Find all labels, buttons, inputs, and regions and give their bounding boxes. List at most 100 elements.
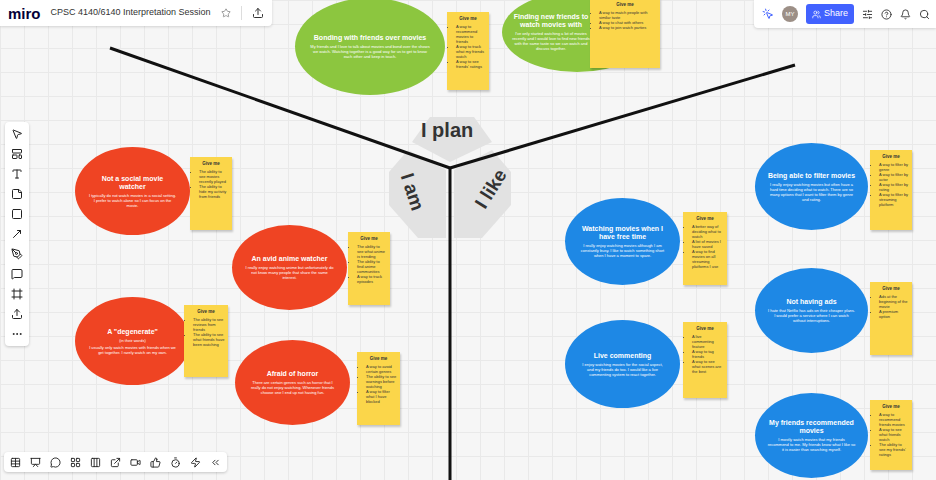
node-content: Live commentingI enjoy watching movies f… xyxy=(579,352,667,377)
note-item: A way to see what friends watch xyxy=(879,427,909,442)
sticky-note[interactable]: Give me A way to match people with simila… xyxy=(590,0,660,68)
note-item: A way to avoid certain genres xyxy=(366,364,397,374)
text-icon[interactable] xyxy=(11,168,23,180)
columns-icon[interactable] xyxy=(90,457,101,468)
hub-label: I like xyxy=(471,165,512,212)
board-title[interactable]: CPSC 4140/6140 Interpretation Session xyxy=(51,6,211,20)
sticky-note[interactable]: Give meAds at the beginning of the movie… xyxy=(870,282,912,355)
templates-icon[interactable] xyxy=(11,148,23,160)
sticky-note[interactable]: Give me A way to recommend friends movies… xyxy=(870,400,912,470)
sticky-note[interactable]: Give meA live commenting featureA way to… xyxy=(683,322,727,398)
note-heading: Give me xyxy=(593,2,657,8)
hub-label: I am xyxy=(396,171,429,214)
note-item: A list of movies I have saved xyxy=(692,239,724,249)
top-right-toolbar: MY Share xyxy=(754,0,936,28)
node-content: An avid anime watcherI really enjoy watc… xyxy=(246,255,334,280)
user-avatar[interactable]: MY xyxy=(782,6,798,22)
arrow-icon[interactable] xyxy=(11,228,23,240)
bell-icon[interactable] xyxy=(900,9,911,20)
note-item: A way to join watch parties xyxy=(599,25,657,30)
video-icon[interactable] xyxy=(130,457,141,468)
export-icon[interactable] xyxy=(252,7,264,19)
share-button[interactable]: Share xyxy=(806,4,854,24)
sticky-note[interactable]: Give meThe ability to see reviews from f… xyxy=(184,305,228,377)
sticky-note[interactable]: Give me A better way of deciding what to … xyxy=(683,212,727,285)
timer-icon[interactable] xyxy=(170,457,181,468)
pen-icon[interactable] xyxy=(11,248,23,260)
note-item: The ability to find anime communities xyxy=(357,259,387,274)
help-icon[interactable] xyxy=(881,9,892,20)
persona-node[interactable]: A "degenerate"(in their words)I usually … xyxy=(75,297,190,385)
open-icon[interactable] xyxy=(110,457,121,468)
note-item: A way to chat with others xyxy=(599,20,657,25)
persona-node[interactable]: My friends recommended movies I mostly wa… xyxy=(755,393,868,478)
note-list: A way to avoid certain genresThe ability… xyxy=(360,364,397,404)
node-title: Not a social movie watcher xyxy=(89,175,177,191)
settings-icon[interactable] xyxy=(862,9,873,20)
persona-node[interactable]: Live commentingI enjoy watching movies f… xyxy=(565,320,680,408)
apps-icon[interactable] xyxy=(190,457,201,468)
frame-icon[interactable] xyxy=(11,288,23,300)
miro-logo[interactable]: miro xyxy=(8,6,41,21)
search-icon[interactable] xyxy=(919,9,930,20)
note-item: The ability to see what anime is trendin… xyxy=(357,244,387,259)
sticky-note[interactable]: Give meThe ability to see what anime is … xyxy=(348,232,390,305)
am-hexagon xyxy=(389,150,446,238)
like-hexagon xyxy=(454,150,511,238)
node-title: Finding new friends to watch movies with xyxy=(512,13,590,29)
bottom-toolbar xyxy=(4,452,227,472)
note-heading: Give me xyxy=(686,216,724,222)
persona-node[interactable]: An avid anime watcherI really enjoy watc… xyxy=(232,225,347,310)
reaction-icon[interactable] xyxy=(150,457,161,468)
node-title: My friends recommended movies xyxy=(768,419,856,435)
node-content: Afraid of horrorThere are certain genres… xyxy=(249,370,337,395)
sticky-note-icon[interactable] xyxy=(11,188,23,200)
axis-line xyxy=(450,65,795,168)
sticky-note[interactable]: Give meThe ability to see movies recentl… xyxy=(190,157,232,230)
node-body: I mostly watch movies that my friends re… xyxy=(768,437,856,452)
note-item: A way to filter by streaming platform xyxy=(879,192,909,207)
note-item: The ability to see what friends have bee… xyxy=(193,332,225,347)
node-content: Finding new friends to watch movies with… xyxy=(512,13,590,51)
collapse-icon[interactable] xyxy=(210,457,221,468)
note-item: A way to recommend friends movies xyxy=(879,412,909,427)
upload-icon[interactable] xyxy=(11,308,23,320)
note-item: The ability to see my friends' ratings xyxy=(879,442,909,457)
note-list: A way to match people with similar taste… xyxy=(593,10,657,30)
plan-hexagon xyxy=(412,117,492,162)
node-body: I've only started watching a lot of movi… xyxy=(512,31,590,51)
note-list: The ability to see reviews from friendsT… xyxy=(187,317,225,347)
note-list: A better way of deciding what to watchA … xyxy=(686,224,724,269)
note-item: The ability to hide my activity from fri… xyxy=(199,184,229,199)
sticky-note[interactable]: Give meA way to filter by genreA way to … xyxy=(870,150,912,230)
comment-icon[interactable] xyxy=(11,268,23,280)
note-list: The ability to see what anime is trendin… xyxy=(351,244,387,284)
node-body: My friends and I love to talk about movi… xyxy=(310,44,430,59)
persona-node[interactable]: Bonding with friends over moviesMy frien… xyxy=(295,0,445,95)
grid-icon[interactable] xyxy=(70,457,81,468)
more-icon[interactable] xyxy=(11,328,23,340)
shape-icon[interactable] xyxy=(11,208,23,220)
persona-node[interactable]: Being able to filter moviesI really enjo… xyxy=(755,143,868,230)
frames-icon[interactable] xyxy=(10,457,21,468)
node-body: I really enjoy watching movies but often… xyxy=(768,182,856,202)
select-icon[interactable] xyxy=(11,128,23,140)
star-icon[interactable] xyxy=(221,8,231,18)
sticky-note[interactable]: Give meA way to avoid certain genresThe … xyxy=(357,352,400,425)
note-item: The ability to see reviews from friends xyxy=(193,317,225,332)
chat-icon[interactable] xyxy=(50,457,61,468)
sticky-note[interactable]: Give meA way to recommend movies to frie… xyxy=(447,12,489,90)
note-heading: Give me xyxy=(873,404,909,410)
present-icon[interactable] xyxy=(30,457,41,468)
note-item: A premium option xyxy=(879,309,909,319)
cursor-icon[interactable] xyxy=(762,8,774,20)
miro-board[interactable]: I planI amI likeBonding with friends ove… xyxy=(0,0,936,480)
persona-node[interactable]: Not having adsI hate that Netflix has ad… xyxy=(755,268,868,353)
note-heading: Give me xyxy=(686,326,724,332)
persona-node[interactable]: Not a social movie watcherI typically do… xyxy=(75,147,190,235)
persona-node[interactable]: Watching movies when I have free timeI r… xyxy=(565,198,680,285)
persona-node[interactable]: Afraid of horrorThere are certain genres… xyxy=(235,340,350,425)
node-title: Watching movies when I have free time xyxy=(579,225,667,241)
note-item: A way to filter by rating xyxy=(879,182,909,192)
note-item: A way to track what my friends watch xyxy=(456,44,486,59)
